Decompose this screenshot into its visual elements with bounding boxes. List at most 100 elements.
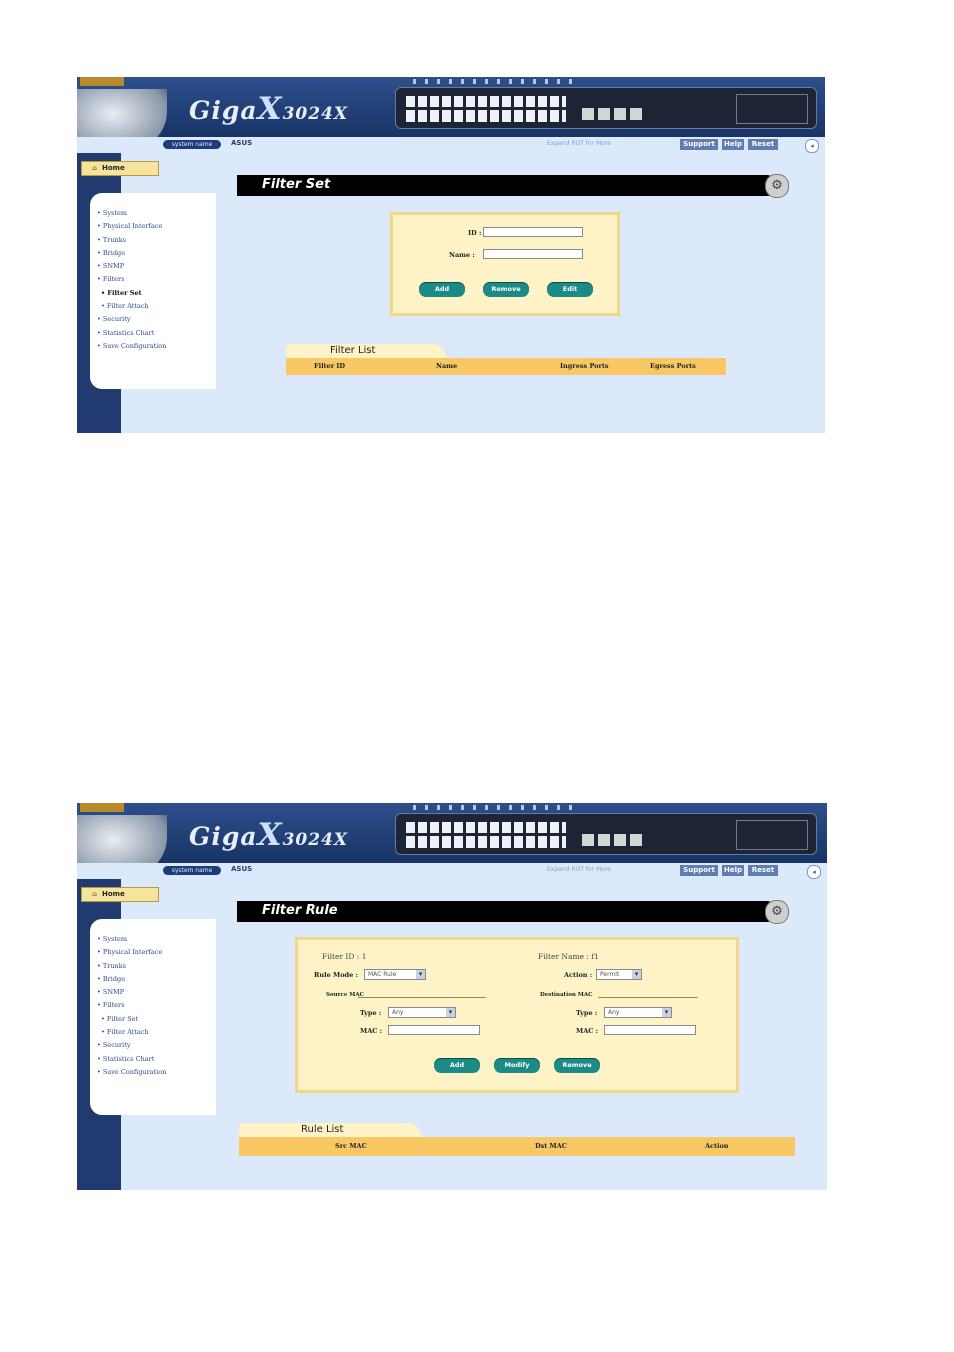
home-label: Home [102, 890, 125, 898]
column-ingress-ports: Ingress Ports [560, 362, 609, 370]
rule-mode-select[interactable]: MAC Rule [364, 969, 426, 980]
menu-label: Trunks [102, 961, 126, 970]
help-button[interactable]: Help [722, 865, 744, 876]
menu-label: System [102, 935, 127, 943]
asus-logo [80, 803, 124, 812]
menu-item-filter-set[interactable]: • Filter Set [97, 1013, 216, 1026]
menu-label: SNMP [102, 988, 125, 997]
page-title-bar: Filter Set ⚙ [237, 174, 789, 198]
menu-item-security[interactable]: • Security [97, 1039, 216, 1052]
panel-status-area [736, 820, 808, 850]
sidebar-menu: • System • Physical Interface • Trunks •… [90, 919, 216, 1115]
edit-button[interactable]: Edit [547, 282, 593, 297]
modify-button[interactable]: Modify [494, 1058, 540, 1073]
menu-label: Bridge [102, 248, 126, 257]
column-filter-id: Filter ID [314, 362, 346, 370]
home-button[interactable]: ⌂ Home [81, 161, 159, 176]
dst-mac-input[interactable] [604, 1025, 696, 1035]
support-button[interactable]: Support [680, 865, 718, 876]
menu-item-statistics-chart[interactable]: • Statistics Chart [97, 1053, 216, 1066]
menu-label: Physical Interface [102, 948, 163, 957]
column-src-mac: Src MAC [335, 1142, 367, 1150]
remove-button[interactable]: Remove [483, 282, 529, 297]
brand-model: 3024X [282, 104, 349, 124]
reset-button[interactable]: Reset [748, 139, 778, 150]
dst-type-select[interactable]: Any [604, 1007, 672, 1018]
source-mac-divider [358, 997, 486, 998]
header-banner: GigaX3024X [77, 803, 827, 863]
menu-item-system[interactable]: • System [97, 933, 216, 946]
add-button[interactable]: Add [419, 282, 465, 297]
menu-label: Physical Interface [102, 222, 163, 231]
menu-item-physical-interface[interactable]: • Physical Interface [97, 946, 216, 959]
menu-item-filter-attach[interactable]: • Filter Attach [97, 300, 216, 313]
rule-list-title: Rule List [301, 1124, 344, 1135]
page-title: Filter Rule [262, 903, 338, 918]
menu-item-trunks[interactable]: • Trunks [97, 960, 216, 973]
status-message: Expand ROT for More [547, 866, 611, 873]
home-label: Home [102, 164, 125, 172]
menu-item-save-configuration[interactable]: • Save Configuration [97, 340, 216, 353]
menu-item-filter-set[interactable]: • Filter Set [97, 287, 216, 300]
remove-button[interactable]: Remove [554, 1058, 600, 1073]
dst-mac-label: MAC : [576, 1027, 599, 1035]
menu-item-filter-attach[interactable]: • Filter Attach [97, 1026, 216, 1039]
id-input[interactable] [483, 227, 583, 237]
status-message: Expand ROT for More [547, 140, 611, 147]
home-button[interactable]: ⌂ Home [81, 887, 159, 902]
id-label: ID : [468, 229, 482, 237]
menu-label: Filter Attach [106, 1028, 149, 1037]
menu-item-snmp[interactable]: • SNMP [97, 260, 216, 273]
navbar: system name ASUS Expand ROT for More Sup… [77, 137, 825, 153]
filter-set-screenshot: GigaX3024X system name ASUS Expand ROT f… [77, 77, 825, 433]
logout-icon[interactable]: ◂ [805, 139, 819, 153]
brand-text: Giga [189, 96, 258, 125]
product-logo: GigaX3024X [189, 91, 348, 127]
menu-item-system[interactable]: • System [97, 207, 216, 220]
menu-label: Filter Set [107, 288, 142, 297]
help-button[interactable]: Help [722, 139, 744, 150]
menu-label: Filter Attach [106, 302, 149, 311]
src-mac-input[interactable] [388, 1025, 480, 1035]
support-button[interactable]: Support [680, 139, 718, 150]
src-type-select[interactable]: Any [388, 1007, 456, 1018]
filter-set-form: ID : Name : Add Remove Edit [390, 212, 620, 316]
menu-item-physical-interface[interactable]: • Physical Interface [97, 220, 216, 233]
name-label: Name : [449, 251, 475, 259]
filter-id-value: 1 [361, 952, 367, 961]
dst-type-label: Type : [576, 1009, 598, 1017]
menu-item-filters[interactable]: • Filters [97, 999, 216, 1012]
action-select[interactable]: Permit [596, 969, 642, 980]
switch-front-panel [395, 813, 817, 855]
brand-model: 3024X [282, 830, 349, 850]
system-name: ASUS [231, 865, 253, 873]
column-dst-mac: Dst MAC [535, 1142, 567, 1150]
rule-list-tab: Rule List [239, 1123, 421, 1137]
menu-item-security[interactable]: • Security [97, 313, 216, 326]
menu-item-statistics-chart[interactable]: • Statistics Chart [97, 327, 216, 340]
ethernet-ports [406, 96, 566, 122]
menu-item-bridge[interactable]: • Bridge [97, 247, 216, 260]
add-button[interactable]: Add [434, 1058, 480, 1073]
system-name-tag: system name [163, 866, 221, 875]
menu-item-save-configuration[interactable]: • Save Configuration [97, 1066, 216, 1079]
action-label: Action : [564, 971, 593, 979]
brand-x: X [257, 817, 283, 853]
menu-item-trunks[interactable]: • Trunks [97, 234, 216, 247]
menu-label: Save Configuration [102, 341, 167, 350]
column-name: Name [436, 362, 458, 370]
navbar: system name ASUS Expand ROT for More Sup… [77, 863, 827, 879]
reset-button[interactable]: Reset [748, 865, 778, 876]
column-egress-ports: Egress Ports [650, 362, 696, 370]
name-input[interactable] [483, 249, 583, 259]
menu-label: Statistics Chart [102, 1054, 155, 1063]
menu-item-filters[interactable]: • Filters [97, 273, 216, 286]
menu-item-snmp[interactable]: • SNMP [97, 986, 216, 999]
filter-name-label: Filter Name : f1 [538, 952, 599, 961]
logout-icon[interactable]: ◂ [807, 865, 821, 879]
filter-list-header: Filter ID Name Ingress Ports Egress Port… [286, 358, 726, 375]
filter-id-label: Filter ID : 1 [322, 952, 366, 961]
menu-label: Security [102, 1041, 131, 1050]
port-led-row [413, 79, 573, 84]
menu-item-bridge[interactable]: • Bridge [97, 973, 216, 986]
